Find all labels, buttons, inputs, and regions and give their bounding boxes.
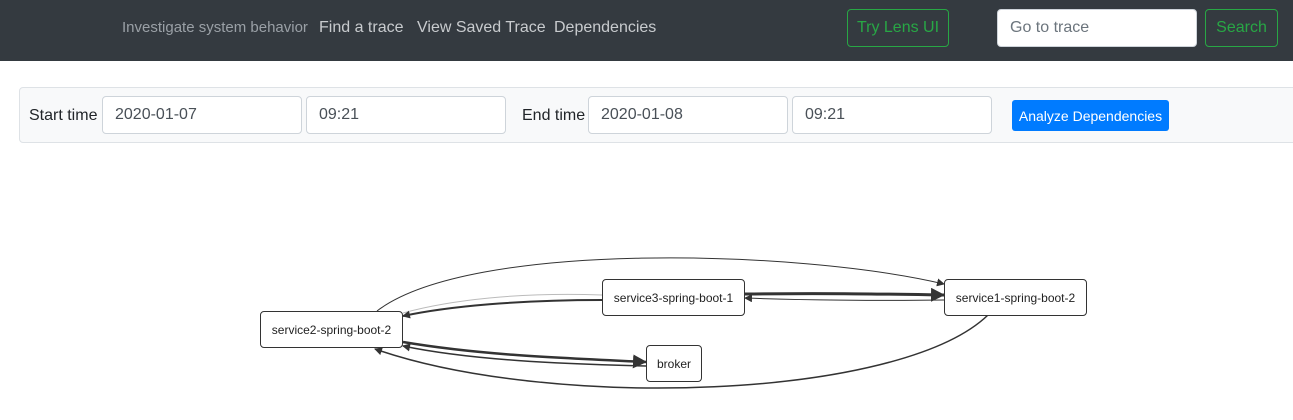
edge bbox=[744, 294, 945, 303]
graph-node[interactable]: service2-spring-boot-2 bbox=[260, 311, 403, 348]
graph-node[interactable]: service1-spring-boot-2 bbox=[944, 279, 1087, 316]
edge bbox=[744, 287, 945, 302]
graph-node[interactable]: broker bbox=[646, 345, 702, 382]
edge bbox=[402, 299, 603, 319]
graph-node[interactable]: service3-spring-boot-1 bbox=[602, 279, 745, 316]
